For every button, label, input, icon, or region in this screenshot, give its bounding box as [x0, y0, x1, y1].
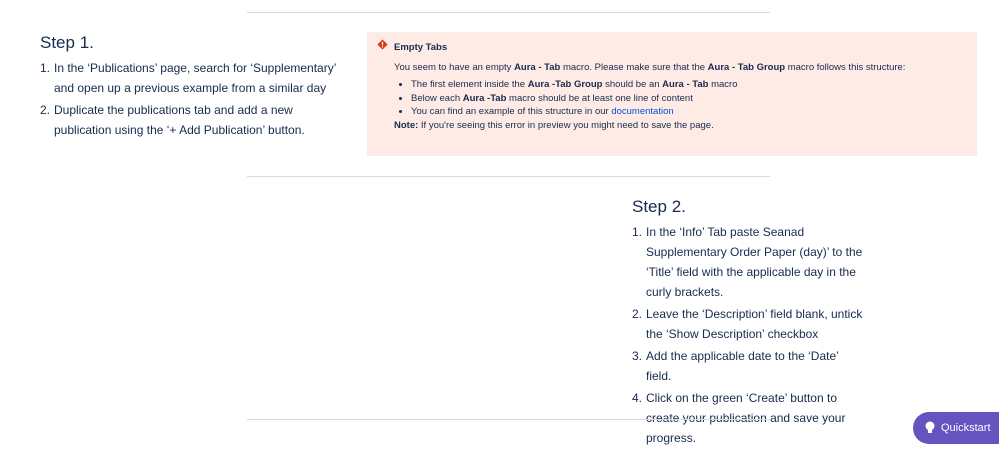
- quickstart-button[interactable]: Quickstart: [913, 412, 999, 444]
- alert-bullet: The first element inside the Aura -Tab G…: [411, 78, 965, 92]
- alert-bullet: Below each Aura -Tab macro should be at …: [411, 92, 965, 106]
- list-item: 4. Click on the green ‘Create’ button to …: [632, 391, 846, 445]
- documentation-link[interactable]: documentation: [611, 106, 673, 117]
- lightbulb-icon: [925, 421, 935, 433]
- alert-bullet: You can find an example of this structur…: [411, 105, 965, 119]
- list-item: 2. Leave the ‘Description’ field blank, u…: [632, 307, 863, 341]
- alert-title: Empty Tabs: [394, 42, 448, 53]
- divider-middle: [247, 176, 770, 177]
- step1-list: 1. In the ‘Publications’ page, search for…: [40, 58, 340, 142]
- quickstart-label: Quickstart: [941, 422, 991, 434]
- list-item: 1. In the ‘Publications’ page, search for…: [40, 61, 336, 95]
- step2-list: 1. In the ‘Info’ Tab paste Seanad Supplem…: [632, 222, 864, 450]
- list-item: 2. Duplicate the publications tab and add…: [40, 103, 305, 137]
- alert-bullets: The first element inside the Aura -Tab G…: [394, 78, 965, 119]
- empty-tabs-alert: Empty Tabs You seem to have an empty Aur…: [367, 32, 977, 156]
- alert-intro: You seem to have an empty Aura - Tab mac…: [394, 61, 906, 73]
- divider-bottom: [247, 419, 770, 420]
- list-item: 1. In the ‘Info’ Tab paste Seanad Supplem…: [632, 225, 863, 299]
- alert-note: Note: If you're seeing this error in pre…: [394, 119, 714, 131]
- error-icon: [377, 39, 388, 50]
- list-item: 3. Add the applicable date to the ‘Date’ …: [632, 349, 839, 383]
- step2-title: Step 2.: [632, 197, 686, 216]
- divider-top: [247, 12, 770, 13]
- step1-title: Step 1.: [40, 33, 94, 52]
